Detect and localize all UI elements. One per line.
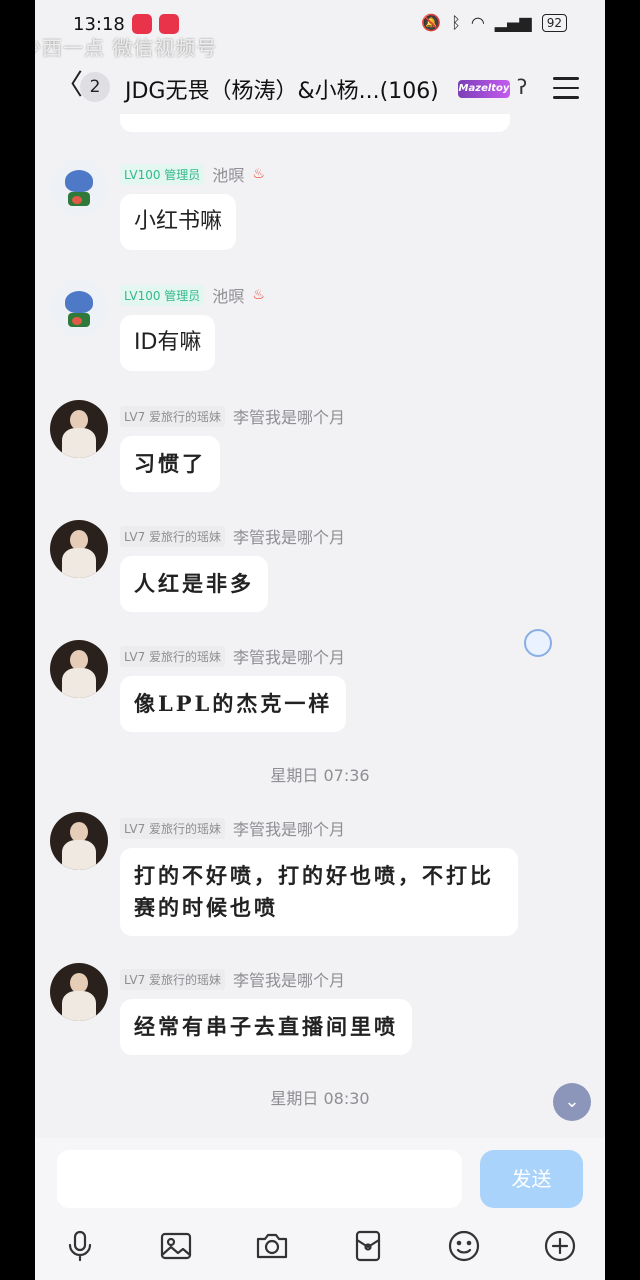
microphone-icon[interactable] xyxy=(60,1226,100,1266)
level-badge: LV7 爱旅行的瑶妹 xyxy=(120,817,226,839)
menu-icon[interactable] xyxy=(553,77,579,106)
avatar[interactable] xyxy=(50,963,108,1021)
sender-nickname[interactable]: 李管我是哪个月 xyxy=(233,644,345,668)
notification-app-icon xyxy=(132,14,152,34)
message-bubble[interactable]: 打的不好喷，打的好也喷，不打比赛的时候也喷 xyxy=(120,848,518,936)
avatar[interactable] xyxy=(50,812,108,870)
message-input[interactable] xyxy=(57,1150,462,1208)
image-icon[interactable] xyxy=(156,1226,196,1266)
group-badge[interactable]: Mazeltoy xyxy=(458,80,510,98)
message-bubble[interactable]: 经常有串子去直播间里喷 xyxy=(120,999,412,1055)
avatar[interactable] xyxy=(50,400,108,458)
sender-nickname[interactable]: 池暝 xyxy=(212,162,244,186)
bluetooth-icon: ᛒ xyxy=(451,13,461,32)
sender-nickname[interactable]: 李管我是哪个月 xyxy=(233,816,345,840)
sender-nickname[interactable]: 李管我是哪个月 xyxy=(233,967,345,991)
send-button[interactable]: 发送 xyxy=(480,1150,583,1208)
chat-screen: 13:18 🔕 ᛒ ◠ ▂▄▆ 92 少西一点 微信视频号 〈 2 JDG无畏（… xyxy=(35,0,605,1280)
avatar[interactable] xyxy=(50,279,108,337)
message-bubble[interactable]: 小红书嘛 xyxy=(120,194,237,250)
battery-indicator: 92 xyxy=(541,13,567,32)
level-badge: LV7 爱旅行的瑶妹 xyxy=(120,645,226,667)
sender-meta: LV100 管理员 池暝 ♨ xyxy=(120,283,265,307)
sender-meta: LV7 爱旅行的瑶妹 李管我是哪个月 xyxy=(120,404,345,428)
sender-nickname[interactable]: 李管我是哪个月 xyxy=(233,524,345,548)
scroll-to-bottom-button[interactable]: ⌄ xyxy=(553,1083,591,1121)
message-bubble[interactable]: 像LPL的杰克一样 xyxy=(120,676,347,732)
flame-icon: ♨ xyxy=(252,166,265,182)
sender-meta: LV7 爱旅行的瑶妹 李管我是哪个月 xyxy=(120,524,345,548)
loading-indicator xyxy=(524,629,552,657)
unread-count-badge[interactable]: 2 xyxy=(80,72,110,102)
level-badge: LV7 爱旅行的瑶妹 xyxy=(120,405,226,427)
level-badge: LV7 爱旅行的瑶妹 xyxy=(120,968,226,990)
chat-header: 〈 2 JDG无畏（杨涛）&小杨...(106) Mazeltoy ʔ xyxy=(35,55,605,115)
sender-nickname[interactable]: 池暝 xyxy=(212,283,244,307)
signal-icon: ▂▄▆ xyxy=(494,13,532,32)
previous-message-bubble xyxy=(120,114,510,132)
emoji-icon[interactable] xyxy=(444,1226,484,1266)
input-toolbar xyxy=(35,1226,605,1266)
level-badge: LV100 管理员 xyxy=(120,163,205,185)
timestamp: 星期日 08:30 xyxy=(270,1089,370,1108)
avatar[interactable] xyxy=(50,640,108,698)
plus-icon[interactable] xyxy=(540,1226,580,1266)
message-bubble[interactable]: 习惯了 xyxy=(120,436,220,492)
notification-app-icon xyxy=(159,14,179,34)
message-bubble[interactable]: ID有嘛 xyxy=(120,315,216,371)
camera-icon[interactable] xyxy=(252,1226,292,1266)
avatar[interactable] xyxy=(50,520,108,578)
level-badge: LV7 爱旅行的瑶妹 xyxy=(120,525,226,547)
mute-icon: 🔕 xyxy=(421,13,442,32)
status-icons: 🔕 ᛒ ◠ ▂▄▆ 92 xyxy=(421,13,567,32)
sender-meta: LV7 爱旅行的瑶妹 李管我是哪个月 xyxy=(120,644,345,668)
sender-meta: LV7 爱旅行的瑶妹 李管我是哪个月 xyxy=(120,816,345,840)
wifi-icon: ◠ xyxy=(470,13,485,32)
red-packet-icon[interactable] xyxy=(348,1226,388,1266)
chat-title: JDG无畏（杨涛）&小杨...(106) xyxy=(125,79,439,104)
ear-mode-icon[interactable]: ʔ xyxy=(517,75,527,99)
flame-icon: ♨ xyxy=(252,287,265,303)
sender-nickname[interactable]: 李管我是哪个月 xyxy=(233,404,345,428)
avatar[interactable] xyxy=(50,158,108,216)
message-bubble[interactable]: 人红是非多 xyxy=(120,556,268,612)
level-badge: LV100 管理员 xyxy=(120,284,205,306)
sender-meta: LV100 管理员 池暝 ♨ xyxy=(120,162,265,186)
sender-meta: LV7 爱旅行的瑶妹 李管我是哪个月 xyxy=(120,967,345,991)
back-icon[interactable]: 〈 xyxy=(55,69,83,101)
composer-bar: 发送 xyxy=(35,1138,605,1280)
timestamp: 星期日 07:36 xyxy=(270,766,370,785)
